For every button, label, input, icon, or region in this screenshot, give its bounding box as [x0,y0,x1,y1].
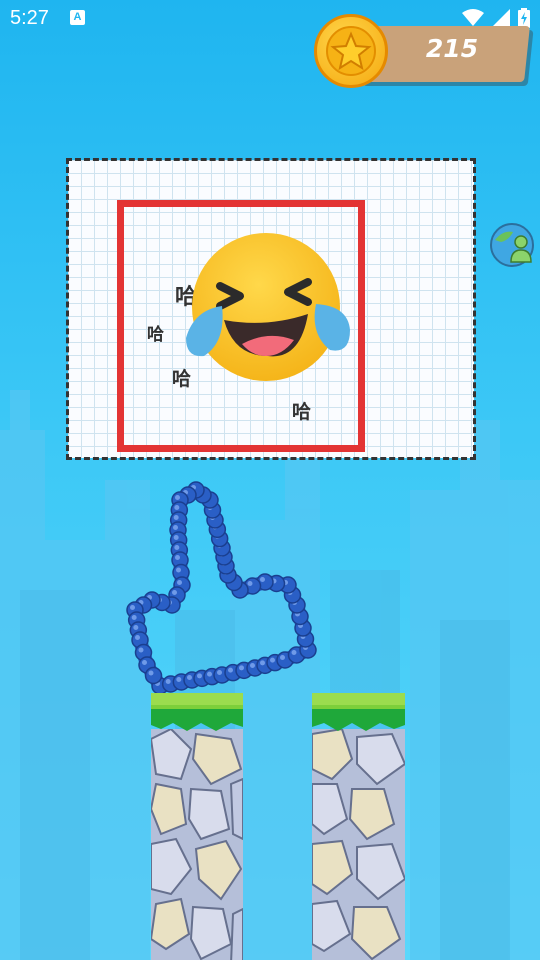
rope-bead-highlight [197,673,202,679]
rope-bead-highlight [130,605,135,610]
rope-bead-highlight [148,670,154,676]
right-pillar [312,693,405,960]
rope-bead-highlight [176,677,182,682]
rope-bead-highlight [228,667,233,673]
rope-bead-highlight [260,660,265,666]
rope-bead-highlight [131,615,137,620]
stone-column [312,729,405,960]
rope-bead-highlight [172,590,177,595]
rope-bead-highlight [138,647,144,653]
rope-bead-highlight [165,679,171,684]
rope-bead-highlight [175,555,180,560]
rope-bead-highlight [174,505,180,510]
rope-bead-highlight [173,515,179,520]
rope-bead-highlight [247,581,253,586]
rope-bead-highlight [280,655,285,660]
rope-bead-highlight [239,665,244,671]
left-pillar [151,693,243,960]
rope-bead-highlight [173,525,178,530]
rope-bead-highlight [270,657,275,663]
rope-bead-highlight [177,580,182,585]
rope-bead [144,666,163,685]
drawn-thumbs-up[interactable] [0,0,540,960]
game-scene: 5:27 A 215 哈 哈 哈 哈 [0,0,540,960]
rope-bead-highlight [207,671,212,677]
rope-bead-highlight [217,670,222,675]
rope-bead-highlight [250,663,255,668]
rope-bead-highlight [176,567,181,573]
stone-column [151,729,243,960]
rope-bead-highlight [133,625,139,630]
rope-bead-highlight [291,650,297,655]
rope-bead-highlight [187,675,192,680]
rope-bead-highlight [173,535,179,540]
rope-bead-highlight [175,495,180,500]
grass-top [151,693,243,731]
grass-top [312,693,405,731]
rope-bead-highlight [135,635,140,640]
rope-bead-highlight [260,577,265,582]
rope-bead-highlight [142,660,147,665]
rope-bead-highlight [174,545,180,550]
